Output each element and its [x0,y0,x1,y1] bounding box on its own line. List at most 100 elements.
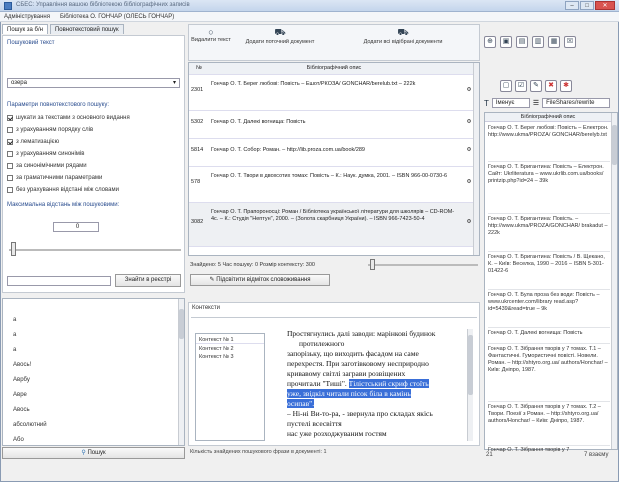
table-row[interactable]: 2301 Гончар О. Т. Берег любові: Повість … [189,74,479,111]
list-item[interactable]: Авось [13,407,173,422]
checkbox[interactable] [7,115,13,121]
add-all-docs-tool[interactable]: ⛟ Додати всі відібрані документи [339,27,467,45]
checkbox[interactable] [7,163,13,169]
list-icon: ☰ [532,100,540,107]
list-item[interactable]: Гончар О. Т. Далекі вогнища: Повість [488,328,610,344]
list-item[interactable]: Гончар О. Т. Була проза без води: Повіст… [488,290,610,328]
distance-slider-track[interactable] [9,249,181,251]
copy-icon[interactable]: ▣ [500,36,512,48]
add-icon[interactable]: ⊕ [484,36,496,48]
list-item[interactable]: а [13,347,173,362]
search-button[interactable]: ⚲ Пошук [2,447,185,459]
new-doc-icon[interactable]: ▢ [500,80,512,92]
fileshares-input[interactable]: FileShares/rewrite [542,98,611,108]
scroll-thumb[interactable] [179,309,184,339]
minimize-button[interactable]: – [565,1,579,10]
list-item[interactable]: Гончар О. Т. Бригантина: Повість. – http… [488,214,610,252]
scroll-thumb[interactable] [468,335,473,395]
tab-search-bn[interactable]: Пошук за б/н [2,24,48,34]
bib-header[interactable]: Бібліографічний опис [485,113,611,122]
list-item[interactable]: Гончар О. Т. Бригантина: Повість / В. Ще… [488,252,610,290]
tab-label: Повнотекстовий пошук [54,27,119,33]
list-item[interactable]: Авре [13,392,173,407]
search-text-select[interactable]: озера ▾ [7,78,180,88]
list-item[interactable]: Гончар О. Т. Зібрання творів у 7 томах. … [488,344,610,402]
word-list-scrollbar[interactable] [178,299,184,445]
row-desc: Гончар О. Т. Твори в двохсотих томах: По… [209,166,459,203]
list-icon[interactable]: ▤ [516,36,528,48]
grid-icon[interactable]: ▥ [532,36,544,48]
menu-library[interactable]: Бібліотека О. ГОНЧАР (ОЛЕСЬ ГОНЧАР) [60,14,174,20]
delete-icon[interactable]: ✖ [545,80,557,92]
star-icon[interactable]: ✱ [560,80,572,92]
checkbox[interactable] [7,175,13,181]
check-icon[interactable]: ☑ [515,80,527,92]
table-row[interactable]: 5814 Гончар О. Т. Собор: Роман. – http:/… [189,138,479,167]
context-status: Кількість знайдених пошукового фрази в д… [190,449,327,455]
option-row[interactable]: з урахуванням порядку слів [7,125,183,135]
list-item[interactable]: Контекст № 3 [196,352,264,360]
fileshares-value: FileShares/rewrite [546,100,595,106]
col-num[interactable]: № [189,63,209,75]
search-text-label: Пошуковий текст [7,40,55,46]
contexts-list[interactable]: Контекст № 1 Контекст № 2 Контекст № 3 [195,333,265,441]
edit-icon[interactable]: ✎ [530,80,542,92]
list-item[interactable]: абсолютний [13,422,173,437]
find-text-input[interactable] [7,276,111,286]
highlight-button[interactable]: ✎ Підсвітити відміток словоживання [190,274,330,286]
checkbox[interactable] [7,139,13,145]
chevron-down-icon: ▾ [172,80,176,86]
option-row[interactable]: за граматичними параметрами [7,173,183,183]
context-document[interactable]: Простягнулись далі заводи: марінкові буд… [287,329,463,441]
menu-admin[interactable]: Адміністрування [4,14,50,20]
col-desc[interactable]: Бібліографічний опис [209,63,459,75]
import-input[interactable]: Іменує [491,98,530,108]
option-row[interactable]: за синонімічними рядами [7,161,183,171]
add-current-doc-tool[interactable]: ⛟ Додати поточний документ [235,27,325,45]
text-icon: T [484,98,489,108]
option-row[interactable]: з урахуванням синонімів [7,149,183,159]
table-row[interactable]: 578 Гончар О. Т. Твори в двохсотих томах… [189,166,479,203]
bib-scrollbar[interactable] [611,113,617,449]
results-scrollbar[interactable] [473,63,479,255]
option-row[interactable]: з лематизацією [7,137,183,147]
distance-slider-thumb[interactable] [11,242,16,256]
doc-line: нас уже розходжуваним гостям [287,429,387,438]
table-row[interactable]: 5302 Гончар О. Т. Далекі вогнища: Повіст… [189,110,479,139]
list-item[interactable]: Контекст № 1 [196,334,264,344]
option-row[interactable]: шукати за текстами з основного видання [7,113,183,123]
distance-input[interactable]: 0 [53,222,99,232]
list-item[interactable]: Авось! [13,362,173,377]
maximize-button[interactable]: □ [580,1,594,10]
option-row[interactable]: без урахування відстані між словами [7,185,183,195]
checkbox[interactable] [7,151,13,157]
list-item[interactable]: а [13,332,173,347]
delete-text-tool[interactable]: ○ Видалити текст [191,27,231,43]
list-item[interactable]: Гончар О. Т. Берег любові: Повість – Еле… [488,125,610,162]
checkbox[interactable] [7,187,13,193]
find-in-registry-button[interactable]: Знайти в реєстрі [115,274,181,287]
list-item[interactable]: а [13,317,173,332]
middle-toolbar: ○ Видалити текст ⛟ Додати поточний докум… [188,24,480,61]
word-list[interactable]: а а а Авось! Аврбу Авре Авось абсолютний… [2,298,185,446]
close-button[interactable]: ✕ [595,1,615,10]
tab-contexts[interactable]: Контексти [192,305,220,311]
checkbox[interactable] [7,127,13,133]
table-icon[interactable]: ▦ [548,36,560,48]
right-input-row: T Іменує ☰ FileShares/rewrite [484,96,618,110]
list-item[interactable]: Контекст № 2 [196,344,264,352]
tab-fulltext-search[interactable]: Повнотекстовий пошук [49,24,124,34]
scroll-thumb[interactable] [612,125,617,165]
search-icon: ⚲ [81,450,86,456]
list-item[interactable]: Гончар О. Т. Бригантина: Повість – Елект… [488,162,610,214]
doc-line: Простягнулись далі заводи: марінкові буд… [287,329,436,338]
doc-line: протилежного [299,339,345,348]
list-item[interactable]: Гончар О. Т. Зібрання творів у 7 томах. … [488,402,610,446]
context-size-slider-track[interactable] [368,264,478,266]
remove-icon[interactable]: ☒ [564,36,576,48]
table-row-selected[interactable]: 3082 Гончар О. Т. Прапороносці: Роман / … [189,202,479,247]
context-size-slider-thumb[interactable] [370,259,375,270]
list-item[interactable]: Аврбу [13,377,173,392]
document-scrollbar[interactable] [467,329,473,441]
doc-line: запорізьку, що виходить фасадом на саме [287,349,419,358]
